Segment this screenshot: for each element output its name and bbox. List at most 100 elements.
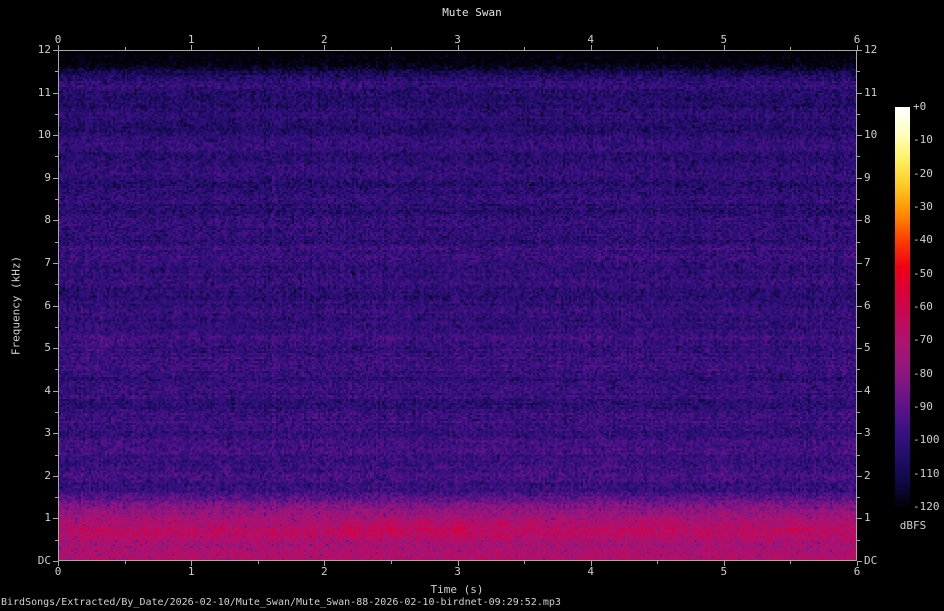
colorbar-tick-label: -50 xyxy=(913,266,933,280)
tick-mark xyxy=(53,262,58,264)
tick-label: 1 xyxy=(44,511,51,525)
tick-mark xyxy=(124,561,126,564)
colorbar-tick-label: -80 xyxy=(913,366,933,380)
tick-label: 6 xyxy=(44,298,51,312)
tick-mark xyxy=(857,199,860,201)
colorbar-unit-label: dBFS xyxy=(899,519,927,532)
spectrogram-canvas xyxy=(59,51,856,560)
tick-label: 0 xyxy=(54,565,62,578)
tick-label: 4 xyxy=(587,33,594,46)
tick-label: 1 xyxy=(187,565,195,578)
tick-label: 10 xyxy=(37,128,51,142)
colorbar-tick-label: -10 xyxy=(913,133,933,147)
tick-label: 9 xyxy=(44,170,51,184)
tick-label: 4 xyxy=(587,565,594,578)
tick-label: 8 xyxy=(864,213,871,227)
tick-label: 12 xyxy=(864,43,878,56)
tick-label: 4 xyxy=(864,383,871,397)
tick-mark xyxy=(657,47,659,50)
tick-mark xyxy=(857,433,862,435)
spectrogram-window: Mute Swan 0 0 1 1 2 2 3 3 4 4 5 5 6 6 12 12 11 11 10 10 9 9 8 8… xyxy=(0,0,944,611)
tick-label: 5 xyxy=(720,33,728,46)
tick-mark xyxy=(55,113,58,115)
tick-mark xyxy=(55,326,58,328)
tick-label: 1 xyxy=(187,33,195,46)
colorbar-tick-label: -70 xyxy=(913,333,933,347)
tick-mark xyxy=(857,411,860,413)
tick-label: 5 xyxy=(864,341,871,355)
tick-mark xyxy=(524,47,526,50)
tick-label: 2 xyxy=(44,468,51,482)
tick-mark xyxy=(857,369,860,371)
tick-mark xyxy=(857,348,862,350)
tick-mark xyxy=(857,262,862,264)
tick-label: 3 xyxy=(864,426,871,440)
tick-mark xyxy=(390,47,392,50)
tick-label: DC xyxy=(864,554,878,567)
x-axis-title: Time (s) xyxy=(430,583,484,596)
tick-mark xyxy=(857,284,860,286)
tick-mark xyxy=(53,390,58,392)
tick-mark xyxy=(55,497,58,499)
tick-label: 4 xyxy=(44,383,51,397)
colorbar-tick-label: -20 xyxy=(913,166,933,180)
tick-mark xyxy=(857,475,862,477)
tick-mark xyxy=(55,369,58,371)
tick-label: 3 xyxy=(44,426,51,440)
tick-mark xyxy=(857,518,862,520)
plot-area xyxy=(58,50,857,561)
colorbar-tick-label: -60 xyxy=(913,300,933,313)
tick-label: 2 xyxy=(864,468,871,482)
tick-mark xyxy=(857,135,862,137)
tick-label: 7 xyxy=(44,255,51,269)
chart-title: Mute Swan xyxy=(442,6,502,19)
colorbar-tick-label: -110 xyxy=(913,466,940,480)
tick-label: 6 xyxy=(853,565,861,578)
tick-mark xyxy=(53,220,58,222)
tick-label: 3 xyxy=(454,565,461,578)
tick-mark xyxy=(390,561,392,564)
colorbar-tick-label: +0 xyxy=(913,100,927,113)
source-file-path: BirdSongs/Extracted/By_Date/2026-02-10/M… xyxy=(1,597,561,608)
tick-label: 2 xyxy=(321,33,328,46)
tick-mark xyxy=(55,454,58,456)
tick-mark xyxy=(524,561,526,564)
tick-mark xyxy=(55,539,58,541)
tick-label: 10 xyxy=(864,128,878,142)
tick-mark xyxy=(857,390,862,392)
tick-mark xyxy=(53,305,58,307)
tick-mark xyxy=(857,454,860,456)
y-axis-title: Frequency (kHz) xyxy=(9,255,23,356)
colorbar-tick-label: -30 xyxy=(913,200,933,213)
tick-mark xyxy=(55,241,58,243)
tick-label: 2 xyxy=(321,565,328,578)
tick-mark xyxy=(857,113,860,115)
tick-mark xyxy=(857,561,862,562)
tick-mark xyxy=(857,92,862,94)
tick-mark xyxy=(857,177,862,179)
tick-mark xyxy=(53,92,58,94)
tick-label: 6 xyxy=(864,298,871,312)
tick-mark xyxy=(53,433,58,435)
colorbar-gradient xyxy=(895,107,910,507)
tick-label: 11 xyxy=(37,85,51,99)
tick-mark xyxy=(857,50,862,51)
tick-mark xyxy=(55,284,58,286)
colorbar-tick-label: -100 xyxy=(913,433,940,447)
colorbar-tick-label: -90 xyxy=(913,400,933,413)
tick-mark xyxy=(790,561,792,564)
tick-label: 9 xyxy=(864,170,871,184)
tick-label: 5 xyxy=(720,565,728,578)
tick-mark xyxy=(53,50,58,51)
tick-mark xyxy=(857,156,860,158)
tick-label: 7 xyxy=(864,255,871,269)
tick-mark xyxy=(53,561,58,562)
tick-label: 5 xyxy=(44,341,51,355)
tick-mark xyxy=(857,71,860,73)
tick-mark xyxy=(55,71,58,73)
tick-mark xyxy=(857,539,860,541)
tick-mark xyxy=(55,156,58,158)
tick-mark xyxy=(55,199,58,201)
tick-mark xyxy=(857,241,860,243)
tick-mark xyxy=(55,411,58,413)
